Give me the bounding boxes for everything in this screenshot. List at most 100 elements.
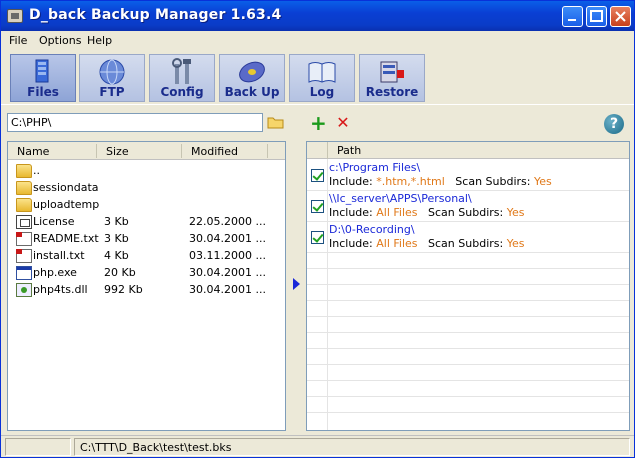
path-header[interactable]: Path xyxy=(337,144,361,157)
folder-icon xyxy=(16,198,32,212)
app-icon xyxy=(7,9,23,23)
log-tab-button[interactable]: Log xyxy=(289,54,355,102)
check-column-header xyxy=(307,142,328,159)
include-value: All Files xyxy=(376,237,418,250)
config-tools-icon xyxy=(172,58,191,84)
maximize-icon xyxy=(590,10,603,22)
file-row[interactable]: README.txt 3 Kb 30.04.2001 ... xyxy=(8,231,285,247)
browse-folder-icon[interactable] xyxy=(267,114,285,130)
file-size: 4 Kb xyxy=(104,249,129,262)
subdirs-label: Scan Subdirs: xyxy=(428,237,504,250)
include-value: *.htm,*.html xyxy=(376,175,445,188)
backup-tab-button[interactable]: Back Up xyxy=(219,54,285,102)
file-modified: 22.05.2000 ... xyxy=(189,215,266,228)
delete-target-button[interactable]: ✕ xyxy=(335,114,351,132)
restore-tab-button[interactable]: Restore xyxy=(359,54,425,102)
add-target-button[interactable]: + xyxy=(310,113,327,133)
file-name: License xyxy=(33,215,75,228)
config-tab-button[interactable]: Config xyxy=(149,54,215,102)
subdirs-label: Scan Subdirs: xyxy=(455,175,531,188)
target-checkbox[interactable] xyxy=(311,231,324,244)
col-name-header[interactable]: Name xyxy=(17,145,49,158)
target-path: c:\Program Files\ xyxy=(329,161,421,174)
app-window: D_back Backup Manager 1.63.4 File Option… xyxy=(0,0,635,458)
file-list[interactable]: Name Size Modified .. sessiondata upload… xyxy=(7,141,286,431)
file-modified: 30.04.2001 ... xyxy=(189,232,266,245)
file-row[interactable]: sessiondata xyxy=(8,180,285,196)
target-checkbox[interactable] xyxy=(311,200,324,213)
backup-label: Back Up xyxy=(224,85,280,99)
ftp-globe-icon xyxy=(99,59,125,85)
status-cell-empty xyxy=(5,438,71,456)
file-modified: 30.04.2001 ... xyxy=(189,283,266,296)
log-label: Log xyxy=(309,85,335,99)
col-size-header[interactable]: Size xyxy=(106,145,129,158)
file-modified: 03.11.2000 ... xyxy=(189,249,266,262)
target-path: D:\0-Recording\ xyxy=(329,223,415,236)
ftp-tab-button[interactable]: FTP xyxy=(79,54,145,102)
file-row[interactable]: php4ts.dll 992 Kb 30.04.2001 ... xyxy=(8,282,285,298)
file-name: sessiondata xyxy=(33,181,99,194)
target-row[interactable]: D:\0-Recording\ Include: All Files Scan … xyxy=(307,222,629,252)
minimize-button[interactable] xyxy=(562,6,583,27)
file-size: 3 Kb xyxy=(104,215,129,228)
help-button[interactable]: ? xyxy=(604,114,624,134)
add-to-targets-arrow-icon[interactable] xyxy=(293,278,300,290)
file-name: php.exe xyxy=(33,266,77,279)
text-file-icon xyxy=(16,249,32,263)
subdirs-value: Yes xyxy=(506,206,525,219)
files-icon xyxy=(35,59,49,83)
target-row[interactable]: \\Ic_server\APPS\Personal\ Include: All … xyxy=(307,191,629,221)
dll-file-icon xyxy=(16,283,32,297)
maximize-button[interactable] xyxy=(586,6,607,27)
status-file-path: C:\TTT\D_Back\test\test.bks xyxy=(74,438,630,456)
menu-file[interactable]: File xyxy=(9,34,27,47)
file-row[interactable]: install.txt 4 Kb 03.11.2000 ... xyxy=(8,248,285,264)
file-size: 3 Kb xyxy=(104,232,129,245)
exe-file-icon xyxy=(16,266,32,280)
config-label: Config xyxy=(160,85,204,99)
title-bar[interactable]: D_back Backup Manager 1.63.4 xyxy=(1,1,634,31)
file-row[interactable]: uploadtemp xyxy=(8,197,285,213)
target-row[interactable]: c:\Program Files\ Include: *.htm,*.html … xyxy=(307,160,629,190)
status-bar: C:\TTT\D_Back\test\test.bks xyxy=(1,435,634,457)
path-input[interactable]: C:\PHP\ xyxy=(7,113,263,132)
col-modified-header[interactable]: Modified xyxy=(191,145,238,158)
minimize-icon xyxy=(568,19,576,21)
file-name: uploadtemp xyxy=(33,198,100,211)
file-row[interactable]: .. xyxy=(8,163,285,179)
menu-options[interactable]: Options xyxy=(39,34,81,47)
file-name: README.txt xyxy=(33,232,99,245)
include-value: All Files xyxy=(376,206,418,219)
window-title: D_back Backup Manager 1.63.4 xyxy=(29,7,282,23)
file-name: install.txt xyxy=(33,249,85,262)
target-details: Include: *.htm,*.html Scan Subdirs: Yes xyxy=(329,175,552,188)
files-label: Files xyxy=(27,85,59,99)
file-name: php4ts.dll xyxy=(33,283,88,296)
restore-label: Restore xyxy=(365,85,419,99)
backup-targets-list[interactable]: Path c:\Program Files\ Include: *.htm,*.… xyxy=(306,141,630,431)
targets-header: Path xyxy=(307,142,629,159)
file-name: .. xyxy=(33,164,40,177)
file-size: 992 Kb xyxy=(104,283,143,296)
folder-icon xyxy=(16,164,32,178)
include-label: Include: xyxy=(329,237,373,250)
subdirs-label: Scan Subdirs: xyxy=(428,206,504,219)
license-file-icon xyxy=(16,215,32,229)
target-checkbox[interactable] xyxy=(311,169,324,182)
close-button[interactable] xyxy=(610,6,631,27)
file-modified: 30.04.2001 ... xyxy=(189,266,266,279)
target-details: Include: All Files Scan Subdirs: Yes xyxy=(329,206,524,219)
file-size: 20 Kb xyxy=(104,266,136,279)
restore-icon xyxy=(380,61,404,83)
files-tab-button[interactable]: Files xyxy=(10,54,76,102)
include-label: Include: xyxy=(329,175,373,188)
file-row[interactable]: php.exe 20 Kb 30.04.2001 ... xyxy=(8,265,285,281)
file-row[interactable]: License 3 Kb 22.05.2000 ... xyxy=(8,214,285,230)
close-icon xyxy=(615,11,626,22)
log-book-icon xyxy=(308,62,336,83)
text-file-icon xyxy=(16,232,32,246)
menu-help[interactable]: Help xyxy=(87,34,112,47)
subdirs-value: Yes xyxy=(533,175,552,188)
menu-bar: File Options Help xyxy=(1,31,634,50)
